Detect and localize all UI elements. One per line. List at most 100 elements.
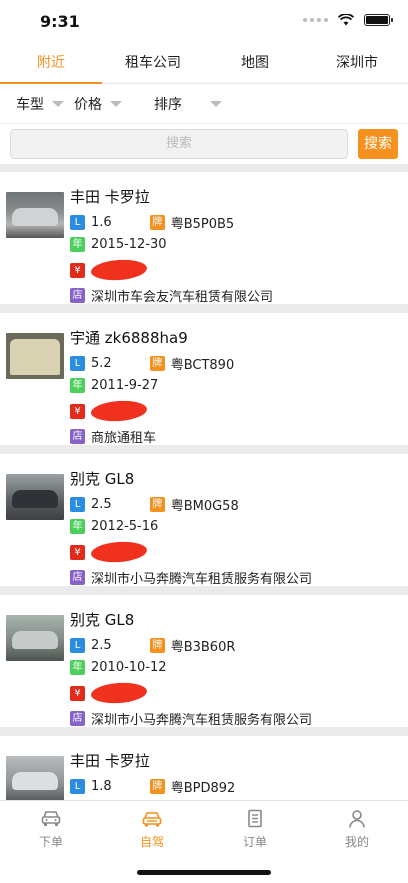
car-store: 深圳市小马奔腾汽车租赁服务有限公司 — [91, 713, 313, 728]
car-store: 深圳市小马奔腾汽车租赁服务有限公司 — [91, 572, 313, 587]
plate-badge-icon: 牌 — [149, 779, 165, 794]
car-displacement: 5.2 — [91, 356, 112, 371]
car-thumbnail — [6, 615, 64, 661]
car-thumbnail — [6, 756, 64, 800]
person-icon — [349, 810, 365, 828]
car-list-item[interactable]: 别克 GL8 L 2.5 牌 粤BM0G58 年 2012-5-16 ¥ 店 深… — [0, 454, 408, 587]
filter-sort[interactable]: 排序 — [154, 94, 222, 114]
displacement-badge-icon: L — [70, 356, 85, 371]
store-badge-icon: 店 — [70, 288, 85, 303]
plate-badge-icon: 牌 — [149, 215, 165, 230]
car-price-row: ¥ — [70, 399, 148, 423]
car-year-row: 年 2015-12-30 — [70, 237, 167, 252]
year-badge-icon: 年 — [70, 519, 85, 534]
plate-badge-icon: 牌 — [149, 638, 165, 653]
status-bar: 9:31 — [0, 0, 408, 44]
car-year-row: 年 2012-5-16 — [70, 519, 158, 534]
car-name: 别克 GL8 — [70, 470, 135, 488]
car-icon — [142, 812, 162, 827]
car-store-row: 店 深圳市车会友汽车租赁有限公司 — [70, 286, 273, 305]
car-specs-row: L 5.2 牌 粤BCT890 — [70, 354, 234, 373]
bottom-tab-me[interactable]: 我的 — [327, 809, 387, 850]
car-specs-row: L 2.5 牌 粤B3B60R — [70, 636, 235, 655]
year-badge-icon: 年 — [70, 660, 85, 675]
price-redaction — [90, 540, 148, 564]
car-year-row: 年 2011-9-27 — [70, 378, 158, 393]
battery-icon — [364, 14, 393, 26]
home-indicator — [137, 870, 271, 875]
filter-car-type[interactable]: 车型 — [16, 94, 64, 114]
price-redaction — [90, 681, 148, 705]
plate-badge-icon: 牌 — [149, 497, 165, 512]
car-store-row: 店 深圳市小马奔腾汽车租赁服务有限公司 — [70, 568, 312, 587]
car-date: 2011-9-27 — [91, 378, 159, 393]
caret-down-icon — [52, 101, 64, 107]
car-thumbnail — [6, 192, 64, 238]
filter-sort-label: 排序 — [154, 97, 182, 113]
tab-rental-companies[interactable]: 租车公司 — [102, 44, 204, 83]
bottom-tab-me-label: 我的 — [344, 835, 369, 849]
car-list-item[interactable]: 宇通 zk6888ha9 L 5.2 牌 粤BCT890 年 2011-9-27… — [0, 313, 408, 446]
filter-price-label: 价格 — [74, 97, 102, 113]
car-plate: 粤BM0G58 — [170, 499, 239, 514]
store-badge-icon: 店 — [70, 429, 85, 444]
car-specs-row: L 1.8 牌 粤BPD892 — [70, 777, 235, 796]
car-displacement: 1.6 — [91, 215, 112, 230]
tab-map[interactable]: 地图 — [204, 44, 306, 83]
car-displacement: 1.8 — [91, 779, 112, 794]
tab-nearby[interactable]: 附近 — [0, 44, 102, 84]
car-plate: 粤B5P0B5 — [170, 217, 235, 232]
car-plate: 粤BPD892 — [170, 781, 236, 796]
displacement-badge-icon: L — [70, 638, 85, 653]
car-store: 商旅通租车 — [91, 431, 157, 446]
car-thumbnail — [6, 333, 64, 379]
filter-bar: 车型 价格 排序 — [0, 84, 408, 124]
car-year-row: 年 2010-10-12 — [70, 660, 167, 675]
store-badge-icon: 店 — [70, 570, 85, 585]
car-store-row: 店 商旅通租车 — [70, 427, 156, 446]
car-name: 丰田 卡罗拉 — [70, 188, 150, 206]
car-specs-row: L 1.6 牌 粤B5P0B5 — [70, 213, 234, 232]
wifi-icon — [338, 14, 354, 26]
status-time: 9:31 — [40, 12, 80, 31]
car-displacement: 2.5 — [91, 638, 112, 653]
displacement-badge-icon: L — [70, 497, 85, 512]
car-front-icon — [41, 811, 61, 826]
bottom-tab-self-drive[interactable]: 自驾 — [122, 809, 182, 850]
car-list-item[interactable]: 丰田 卡罗拉 L 1.6 牌 粤B5P0B5 年 2015-12-30 ¥ 店 … — [0, 172, 408, 305]
car-date: 2010-10-12 — [91, 660, 167, 675]
store-badge-icon: 店 — [70, 711, 85, 726]
caret-down-icon — [210, 101, 222, 107]
year-badge-icon: 年 — [70, 237, 85, 252]
caret-down-icon — [110, 101, 122, 107]
car-date: 2015-12-30 — [91, 237, 167, 252]
year-badge-icon: 年 — [70, 378, 85, 393]
signal-icon — [303, 18, 328, 22]
car-thumbnail — [6, 474, 64, 520]
car-list-item[interactable]: 丰田 卡罗拉 L 1.8 牌 粤BPD892 年 2006-5-24 — [0, 736, 408, 800]
car-list[interactable]: 丰田 卡罗拉 L 1.6 牌 粤B5P0B5 年 2015-12-30 ¥ 店 … — [0, 164, 408, 800]
car-list-item[interactable]: 别克 GL8 L 2.5 牌 粤B3B60R 年 2010-10-12 ¥ 店 … — [0, 595, 408, 728]
car-store: 深圳市车会友汽车租赁有限公司 — [91, 290, 274, 305]
car-name: 宇通 zk6888ha9 — [70, 329, 188, 347]
car-price-row: ¥ — [70, 540, 148, 564]
filter-price[interactable]: 价格 — [74, 94, 122, 114]
car-plate: 粤BCT890 — [170, 358, 235, 373]
search-button[interactable]: 搜索 — [358, 129, 398, 159]
car-specs-row: L 2.5 牌 粤BM0G58 — [70, 495, 239, 514]
tab-city[interactable]: 深圳市 — [306, 44, 408, 83]
bottom-tab-order[interactable]: 下单 — [21, 809, 81, 850]
top-tabs: 附近 租车公司 地图 深圳市 — [0, 44, 408, 84]
displacement-badge-icon: L — [70, 215, 85, 230]
status-icons — [303, 14, 393, 26]
price-badge-icon: ¥ — [70, 544, 85, 560]
car-name: 丰田 卡罗拉 — [70, 752, 150, 770]
price-badge-icon: ¥ — [70, 685, 85, 701]
search-row: 搜索 搜索 — [0, 124, 408, 164]
price-redaction — [90, 399, 148, 423]
price-badge-icon: ¥ — [70, 403, 85, 419]
bottom-tab-orders[interactable]: 订单 — [225, 809, 285, 850]
bottom-tab-order-label: 下单 — [38, 835, 63, 849]
plate-badge-icon: 牌 — [149, 356, 165, 371]
search-input[interactable]: 搜索 — [10, 129, 348, 159]
